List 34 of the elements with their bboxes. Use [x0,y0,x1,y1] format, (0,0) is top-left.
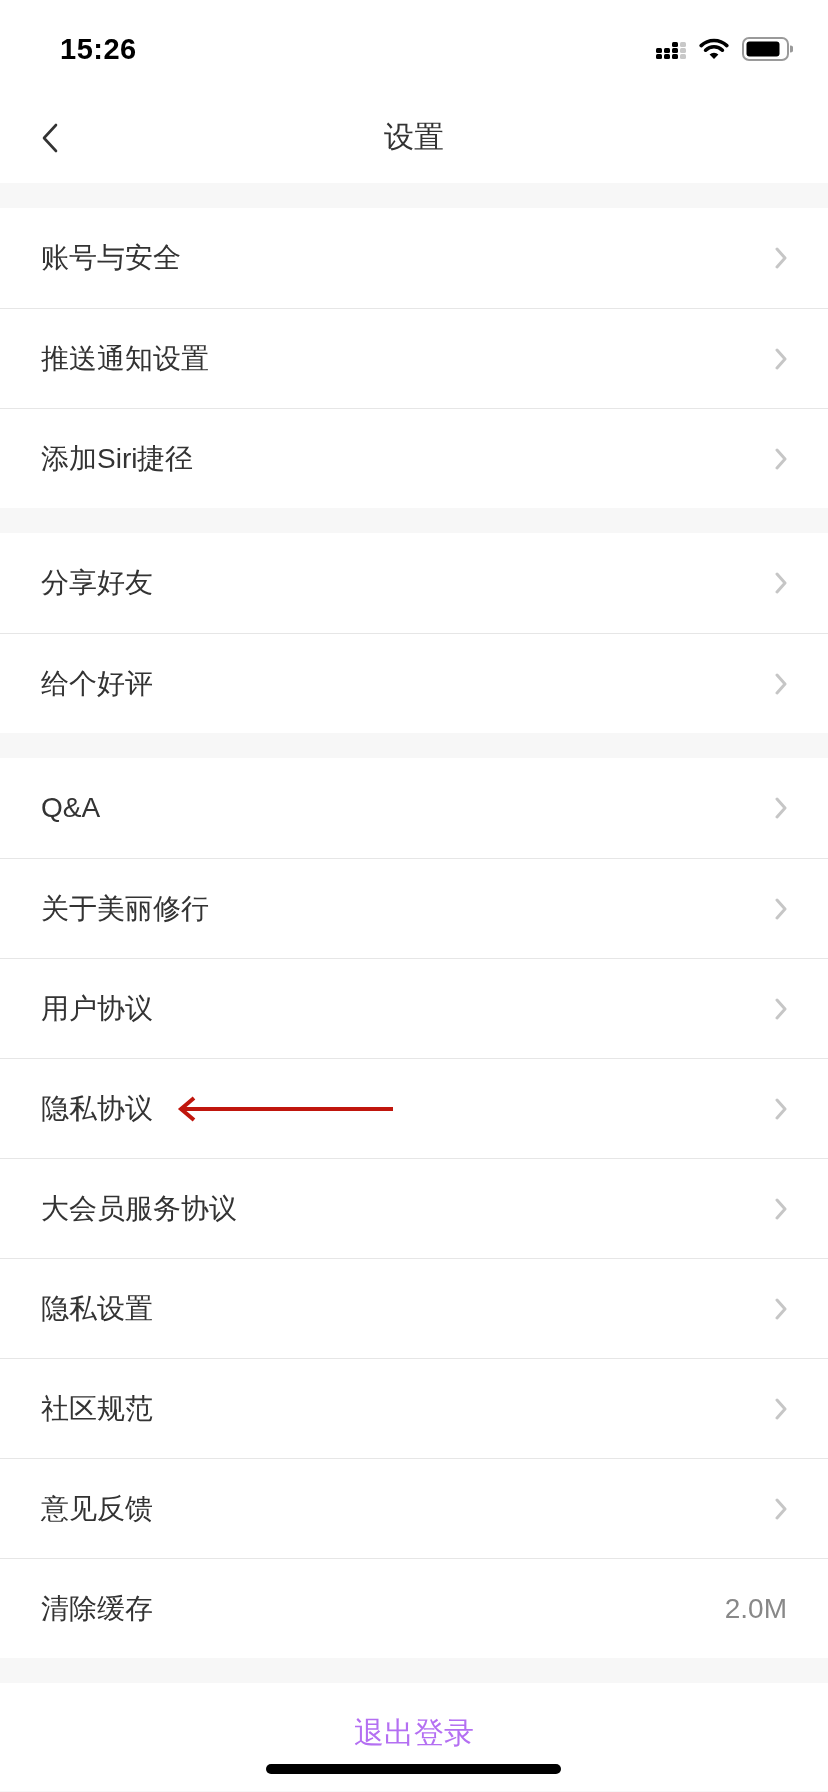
chevron-right-icon [775,447,787,470]
settings-row[interactable]: 隐私协议 [0,1058,828,1158]
settings-row[interactable]: 给个好评 [0,633,828,733]
chevron-right-icon [775,797,787,819]
settings-row[interactable]: 社区规范 [0,1358,828,1458]
chevron-right-icon [775,1397,787,1420]
chevron-right-icon [775,1197,787,1220]
settings-row[interactable]: 清除缓存 2.0M [0,1558,828,1658]
chevron-right-icon [775,897,787,920]
settings-row[interactable]: 添加Siri捷径 [0,408,828,508]
chevron-right-icon [775,997,787,1020]
chevron-right-icon [775,347,787,370]
chevron-right-icon [775,247,787,269]
settings-row[interactable]: 隐私设置 [0,1258,828,1358]
chevron-right-icon [775,1497,787,1520]
row-value: 2.0M [724,1592,787,1625]
settings-row[interactable]: 意见反馈 [0,1458,828,1558]
settings-row[interactable]: 账号与安全 [0,208,828,308]
back-icon [42,122,58,153]
settings-row[interactable]: 大会员服务协议 [0,1158,828,1258]
chevron-right-icon [775,672,787,695]
signal-icon [656,39,686,59]
battery-icon [742,37,793,61]
settings-row[interactable]: 关于美丽修行 [0,858,828,958]
status-time: 15:26 [60,32,137,66]
settings-row[interactable]: 分享好友 [0,533,828,633]
settings-row[interactable]: 推送通知设置 [0,308,828,408]
chevron-right-icon [775,1297,787,1320]
chevron-right-icon [775,1097,787,1120]
page-title: 设置 [384,119,444,155]
chevron-right-icon [775,572,787,594]
wifi-icon [699,38,729,60]
settings-row[interactable]: 用户协议 [0,958,828,1058]
settings-row[interactable]: Q&A [0,758,828,858]
